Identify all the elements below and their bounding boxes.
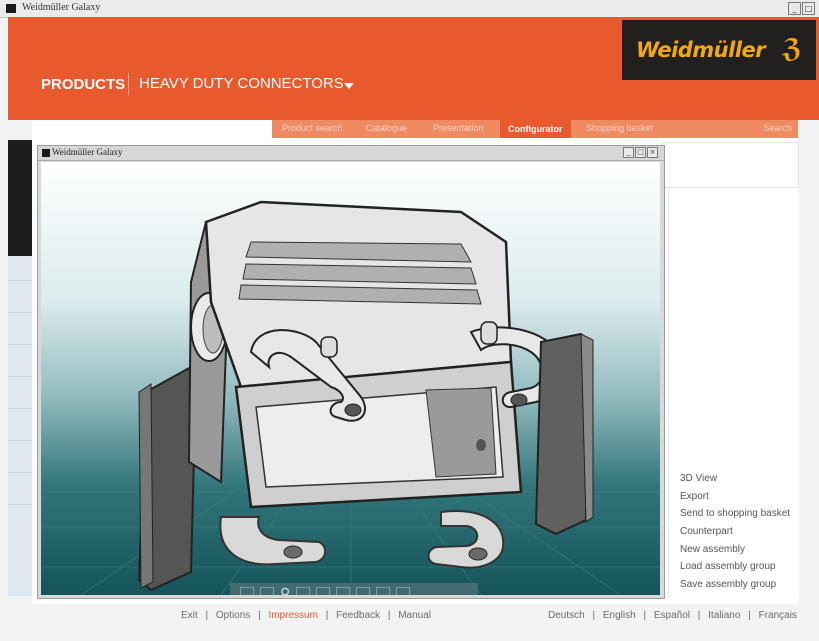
footer-separator: | [592,610,596,621]
menu-item-3d-view[interactable]: 3D View [680,473,717,484]
footer-separator: | [387,610,391,621]
window-title: Weidmüller Galaxy [22,2,101,13]
divider [8,504,34,505]
left-grid-strip [8,256,34,596]
footer-separator: | [325,610,329,621]
header-divider [128,73,129,95]
window-controls: _ □ [788,2,815,15]
footer-links: Exit | Options | Impressum | Feedback | … [181,610,431,621]
maximize-button[interactable]: □ [802,2,815,15]
brand-logo-icon: ℨ [782,34,802,64]
divider [8,280,34,281]
measure-icon[interactable] [356,587,371,595]
section-title: PRODUCTS [41,76,126,93]
divider [8,440,34,441]
gallery-title-bar: Weidmüller Galaxy _ □ × [38,146,664,161]
divider [8,376,34,377]
search-icon[interactable]: ⚲ [280,586,290,595]
divider [8,408,34,409]
footer-separator: | [205,610,209,621]
minimize-button[interactable]: _ [623,147,634,158]
footer-link-impressum[interactable]: Impressum [268,610,317,621]
footer-link-options[interactable]: Options [216,610,250,621]
settings-icon[interactable] [396,587,411,595]
language-link-francais[interactable]: Français [759,610,797,621]
divider [8,344,34,345]
app-icon [6,4,16,13]
main-tabs: Product search Catalogue Presentation Co… [272,120,798,138]
connector-housing-model [41,200,660,595]
tab-presentation[interactable]: Presentation [433,123,484,133]
footer-link-feedback[interactable]: Feedback [336,610,380,621]
side-panel-header [662,142,799,188]
reset-icon[interactable] [376,587,391,595]
brand-logo[interactable]: Weidmüller ℨ [622,20,816,80]
menu-item-export[interactable]: Export [680,491,709,502]
pan-icon[interactable] [296,587,311,595]
menu-item-save-assembly-group[interactable]: Save assembly group [680,579,776,590]
rotate-icon[interactable] [316,587,331,595]
zoom-icon[interactable] [336,587,351,595]
menu-item-counterpart[interactable]: Counterpart [680,526,733,537]
tab-shopping-basket[interactable]: Shopping basket [586,123,653,133]
divider [8,472,34,473]
product-line-selector[interactable]: HEAVY DUTY CONNECTORS [139,75,344,92]
language-links: Deutsch | English | Español | Italiano |… [548,610,797,621]
brand-name: Weidmüller [636,38,766,62]
menu-item-send-to-basket[interactable]: Send to shopping basket [680,508,790,519]
footer-separator: | [697,610,701,621]
gallery-title: Weidmüller Galaxy [52,147,123,157]
language-link-deutsch[interactable]: Deutsch [548,610,585,621]
footer-separator: | [258,610,261,621]
maximize-button[interactable]: □ [635,147,646,158]
footer-link-manual[interactable]: Manual [398,610,431,621]
view-icon[interactable] [240,587,254,595]
3d-viewport[interactable]: ⚲ [41,162,660,595]
tab-search[interactable]: Search [763,123,792,133]
menu-item-load-assembly-group[interactable]: Load assembly group [680,561,776,572]
language-link-italiano[interactable]: Italiano [708,610,740,621]
gallery-window-controls: _ □ × [623,147,658,158]
footer-separator: | [643,610,647,621]
window-title-bar: Weidmüller Galaxy _ □ [0,0,819,18]
menu-item-new-assembly[interactable]: New assembly [680,544,745,555]
app-icon [42,149,50,157]
frame-icon[interactable] [260,587,274,595]
left-dark-band [8,140,34,256]
viewer-toolbar: ⚲ [230,583,478,595]
tab-catalogue[interactable]: Catalogue [366,123,407,133]
minimize-button[interactable]: _ [788,2,801,15]
language-link-english[interactable]: English [603,610,636,621]
footer-link-exit[interactable]: Exit [181,610,198,621]
tab-product-search[interactable]: Product search [282,123,343,133]
language-link-espanol[interactable]: Español [654,610,690,621]
tab-configurator[interactable]: Configurator [500,120,571,138]
chevron-down-icon[interactable] [344,83,354,89]
footer-separator: | [748,610,751,621]
gallery-window: Weidmüller Galaxy _ □ × ⚲ [37,145,665,599]
divider [8,312,34,313]
close-button[interactable]: × [647,147,658,158]
